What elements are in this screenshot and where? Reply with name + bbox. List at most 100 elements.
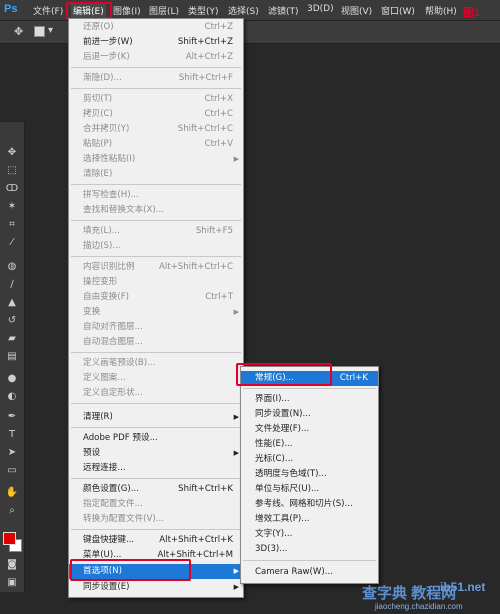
menu-item-units-rulers[interactable]: 单位与标尺(U)... — [241, 482, 378, 497]
menu-item-performance[interactable]: 性能(E)... — [241, 437, 378, 452]
type-tool-icon[interactable]: T — [5, 428, 19, 441]
eyedropper-icon[interactable]: ⁄ — [5, 236, 19, 249]
menu-item-stroke[interactable]: 描边(S)... — [69, 239, 243, 254]
menu-item-3d[interactable]: 3D(3)... — [241, 542, 378, 557]
hand-tool-icon[interactable]: ✋ — [5, 486, 19, 499]
auto-select-checkbox[interactable] — [34, 26, 45, 37]
dodge-tool-icon[interactable]: ◐ — [5, 390, 19, 403]
quick-mask-icon[interactable]: ◙ — [5, 558, 19, 571]
submenu-arrow-icon: ▶ — [233, 583, 239, 591]
menu-item-sync-prefs[interactable]: 同步设置(N)... — [241, 407, 378, 422]
menu-3d[interactable]: 3D(D) — [307, 4, 334, 14]
menu-item-interface[interactable]: 界面(I)... — [241, 392, 378, 407]
submenu-arrow-icon: ▶ — [233, 155, 239, 163]
menu-separator — [71, 256, 241, 257]
crop-tool-icon[interactable]: ⌗ — [5, 218, 19, 231]
menu-item-define-brush[interactable]: 定义画笔预设(B)... — [69, 356, 243, 371]
menu-separator — [71, 478, 241, 479]
chevron-down-icon[interactable]: ▾ — [48, 25, 53, 36]
healing-brush-icon[interactable]: ◍ — [5, 260, 19, 273]
foreground-color-swatch[interactable] — [3, 532, 16, 545]
menu-item-cursors[interactable]: 光标(C)... — [241, 452, 378, 467]
move-tool-icon[interactable]: ✥ — [14, 25, 23, 38]
submenu-arrow-icon: ▶ — [233, 308, 239, 316]
menu-item-paste-special[interactable]: 选择性粘贴(I) ▶ — [69, 152, 243, 167]
menu-item-camera-raw[interactable]: Camera Raw(W)... — [241, 565, 378, 580]
menu-item-presets[interactable]: 预设 ▶ — [69, 446, 243, 461]
menu-item-paste[interactable]: 粘贴(P) Ctrl+V — [69, 137, 243, 152]
menu-item-transform[interactable]: 变换 ▶ — [69, 305, 243, 320]
menu-item-assign-profile[interactable]: 指定配置文件... — [69, 497, 243, 512]
marquee-tool-icon[interactable]: ⬚ — [5, 164, 19, 177]
menu-item-type[interactable]: 文字(Y)... — [241, 527, 378, 542]
menu-item-copy-merged[interactable]: 合并拷贝(Y) Shift+Ctrl+C — [69, 122, 243, 137]
menu-image[interactable]: 图像(I) — [113, 4, 141, 17]
menu-item-content-aware-scale[interactable]: 内容识别比例 Alt+Shift+Ctrl+C — [69, 260, 243, 275]
menu-view[interactable]: 视图(V) — [341, 4, 372, 17]
menu-file[interactable]: 文件(F) — [33, 4, 63, 17]
menu-item-undo[interactable]: 还原(O) Ctrl+Z — [69, 20, 243, 35]
menu-item-step-forward[interactable]: 前进一步(W) Shift+Ctrl+Z — [69, 35, 243, 50]
menu-item-file-handling[interactable]: 文件处理(F)... — [241, 422, 378, 437]
menu-item-define-pattern[interactable]: 定义图案... — [69, 371, 243, 386]
general-highlight — [236, 363, 332, 386]
submenu-arrow-icon: ▶ — [233, 449, 239, 457]
menu-item-auto-align[interactable]: 自动对齐图层... — [69, 320, 243, 335]
menu-item-define-shape[interactable]: 定义自定形状... — [69, 386, 243, 401]
menu-item-purge[interactable]: 清理(R) ▶ — [69, 410, 243, 425]
menu-item-pdf-presets[interactable]: Adobe PDF 预设... — [69, 431, 243, 446]
magic-wand-icon[interactable]: ✶ — [5, 200, 19, 213]
eraser-icon[interactable]: ▰ — [5, 332, 19, 345]
menu-layer[interactable]: 图层(L) — [149, 4, 179, 17]
menu-item-copy[interactable]: 拷贝(C) Ctrl+C — [69, 107, 243, 122]
preferences-highlight — [70, 559, 191, 581]
menu-item-guides-grid[interactable]: 参考线、网格和切片(S)... — [241, 497, 378, 512]
menu-item-color-settings[interactable]: 颜色设置(G)... Shift+Ctrl+K — [69, 482, 243, 497]
menu-separator — [71, 403, 241, 404]
brush-tool-icon[interactable]: ∕ — [5, 278, 19, 291]
menu-item-plugins[interactable]: 增效工具(P)... — [241, 512, 378, 527]
menu-item-remote-connections[interactable]: 远程连接... — [69, 461, 243, 476]
pen-tool-icon[interactable]: ✒ — [5, 410, 19, 423]
lasso-tool-icon[interactable]: ↀ — [5, 182, 19, 195]
zoom-tool-icon[interactable]: ⌕ — [5, 504, 19, 517]
menu-type[interactable]: 类型(Y) — [188, 4, 219, 17]
menu-item-transparency[interactable]: 透明度与色域(T)... — [241, 467, 378, 482]
blur-tool-icon[interactable]: ● — [5, 372, 19, 385]
preferences-submenu: 常规(G)... Ctrl+K 界面(I)... 同步设置(N)... 文件处理(… — [240, 366, 379, 584]
menu-select[interactable]: 选择(S) — [228, 4, 259, 17]
menu-item-find-replace[interactable]: 查找和替换文本(X)... — [69, 203, 243, 218]
screen-mode-icon[interactable]: ▣ — [5, 576, 19, 589]
menu-item-free-transform[interactable]: 自由变换(F) Ctrl+T — [69, 290, 243, 305]
menu-window[interactable]: 窗口(W) — [381, 4, 415, 17]
gradient-tool-icon[interactable]: ▤ — [5, 350, 19, 363]
menu-item-puppet-warp[interactable]: 操控变形 — [69, 275, 243, 290]
submenu-arrow-icon: ▶ — [233, 567, 239, 575]
menu-item-fade[interactable]: 渐隐(D)... Shift+Ctrl+F — [69, 71, 243, 86]
menu-item-clear[interactable]: 清除(E) — [69, 167, 243, 182]
clone-stamp-icon[interactable]: ▲ — [5, 296, 19, 309]
menu-item-spell-check[interactable]: 拼写检查(H)... — [69, 188, 243, 203]
menu-help[interactable]: 帮助(H) — [425, 4, 457, 17]
submenu-arrow-icon: ▶ — [233, 413, 239, 421]
shape-tool-icon[interactable]: ▭ — [5, 464, 19, 477]
menu-item-auto-blend[interactable]: 自动混合图层... — [69, 335, 243, 350]
menu-item-step-backward[interactable]: 后退一步(K) Alt+Ctrl+Z — [69, 50, 243, 65]
photoshop-logo: Ps — [4, 3, 18, 15]
path-selection-icon[interactable]: ➤ — [5, 446, 19, 459]
menu-separator — [71, 88, 241, 89]
menu-item-sync-settings[interactable]: 同步设置(E) ▶ — [69, 580, 243, 595]
menu-item-keyboard-shortcuts[interactable]: 键盘快捷键... Alt+Shift+Ctrl+K — [69, 533, 243, 548]
toolbox: ✥ ⬚ ↀ ✶ ⌗ ⁄ ◍ ∕ ▲ ↺ ▰ ▤ ● ◐ ✒ T ➤ ▭ ✋ ⌕ … — [0, 122, 25, 592]
menu-separator — [243, 388, 376, 389]
edit-menu-dropdown: 还原(O) Ctrl+Z 前进一步(W) Shift+Ctrl+Z 后退一步(K) A… — [68, 18, 244, 598]
menu-item-fill[interactable]: 填充(L)... Shift+F5 — [69, 224, 243, 239]
menu-separator — [71, 184, 241, 185]
menu-filter[interactable]: 滤镜(T) — [268, 4, 299, 17]
history-brush-icon[interactable]: ↺ — [5, 314, 19, 327]
move-tool-icon[interactable]: ✥ — [5, 146, 19, 159]
menu-item-convert-profile[interactable]: 转换为配置文件(V)... — [69, 512, 243, 527]
menu-separator — [71, 67, 241, 68]
menu-item-cut[interactable]: 剪切(T) Ctrl+X — [69, 92, 243, 107]
edit-menu-highlight — [66, 2, 112, 19]
